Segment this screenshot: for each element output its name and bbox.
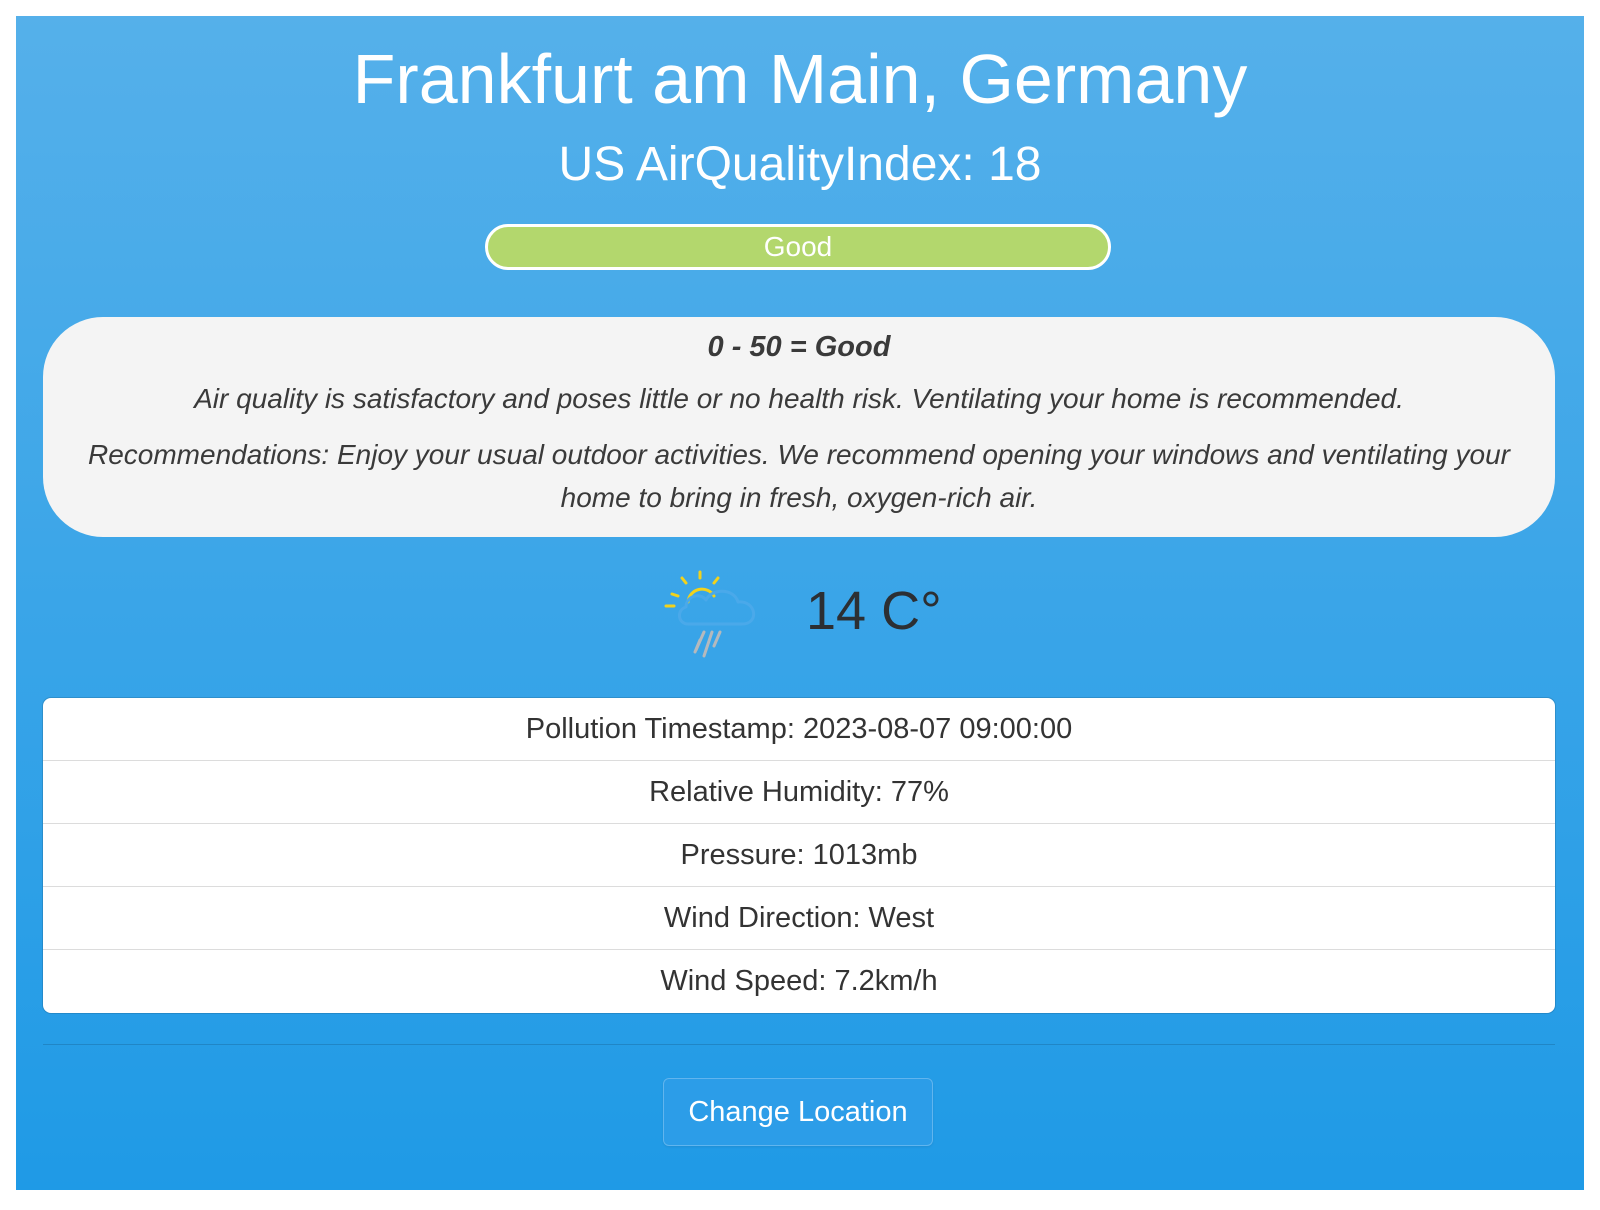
wind-direction-row: Wind Direction: West bbox=[43, 887, 1555, 950]
aqi-range-label: 0 - 50 = Good bbox=[707, 331, 891, 363]
aqi-level-bar: Good bbox=[485, 224, 1111, 270]
pressure-row: Pressure: 1013mb bbox=[43, 824, 1555, 887]
relative-humidity-row: Relative Humidity: 77% bbox=[43, 761, 1555, 824]
weather-summary: 14 C° bbox=[16, 566, 1584, 676]
temperature-value: 14 C° bbox=[806, 581, 942, 641]
change-location-button[interactable]: Change Location bbox=[663, 1078, 933, 1146]
section-divider bbox=[43, 1044, 1555, 1045]
aqi-heading: US AirQualityIndex: 18 bbox=[558, 138, 1042, 191]
aqi-recommendations: Recommendations: Enjoy your usual outdoo… bbox=[87, 439, 1510, 513]
weather-stats-list: Pollution Timestamp: 2023-08-07 09:00:00… bbox=[43, 698, 1555, 1013]
partly-sunny-rain-icon bbox=[664, 570, 755, 658]
air-quality-panel: Frankfurt am Main, Germany US AirQuality… bbox=[16, 16, 1584, 1190]
aqi-level-label: Good bbox=[763, 231, 833, 262]
wind-speed-row: Wind Speed: 7.2km/h bbox=[660, 965, 938, 997]
aqi-info-box: 0 - 50 = Good Air quality is satisfactor… bbox=[43, 317, 1555, 537]
aqi-description: Air quality is satisfactory and poses li… bbox=[194, 383, 1404, 414]
city-title: Frankfurt am Main, Germany bbox=[352, 40, 1248, 118]
pollution-timestamp-row: Pollution Timestamp: 2023-08-07 09:00:00 bbox=[43, 698, 1555, 761]
